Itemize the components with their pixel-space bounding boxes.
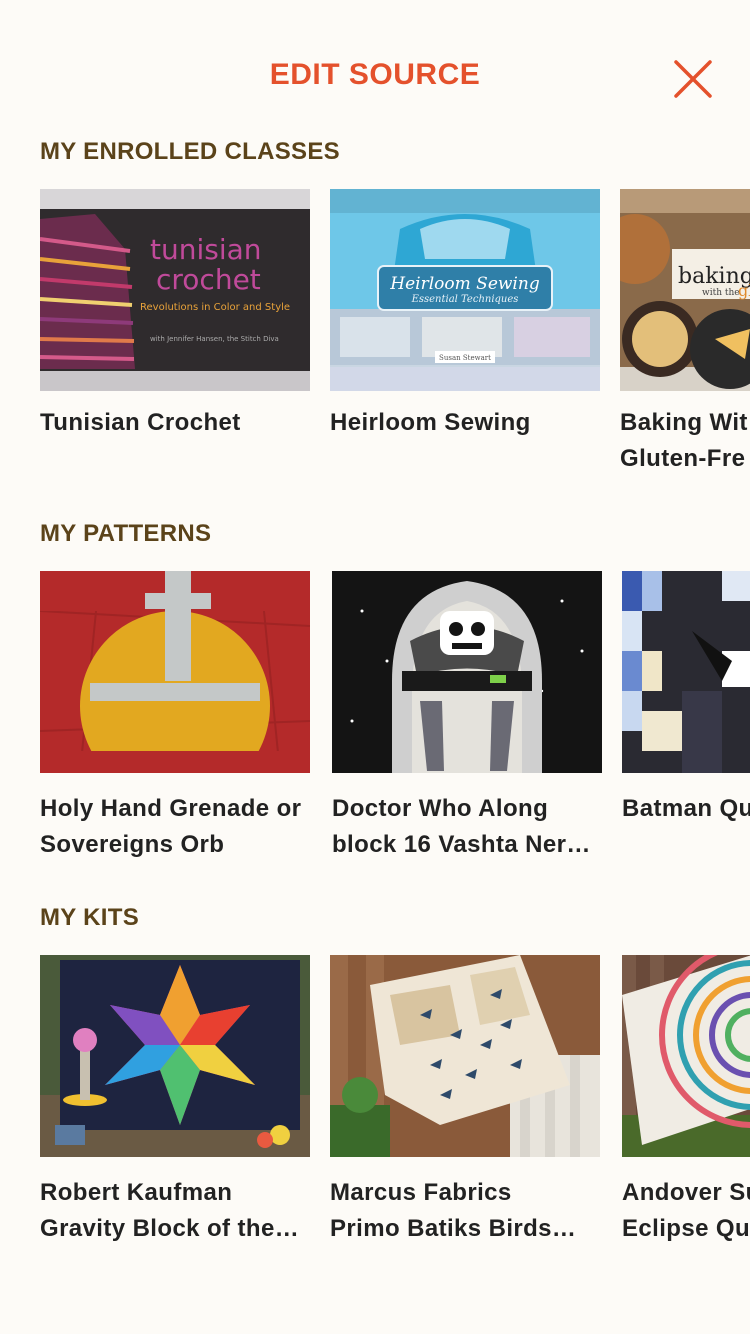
section-title-classes: MY ENROLLED CLASSES bbox=[40, 138, 340, 165]
page-title: EDIT SOURCE bbox=[269, 58, 481, 91]
kit-label: Marcus Fabrics Primo Batiks Birds… bbox=[330, 1175, 610, 1247]
pattern-label: Batman Qu bbox=[622, 791, 750, 827]
label-line-2: Gravity Block of the… bbox=[40, 1215, 300, 1242]
label-line-2: Eclipse Qu bbox=[622, 1215, 750, 1242]
svg-text:with the: with the bbox=[702, 288, 740, 298]
label-line-1: Doctor Who Along bbox=[332, 795, 549, 822]
class-thumbnail: tunisian crochet Revolutions in Color an… bbox=[40, 189, 310, 391]
class-thumbnail: Heirloom Sewing Essential Techniques Sus… bbox=[330, 189, 600, 391]
svg-text:with Jennifer Hansen, the Stit: with Jennifer Hansen, the Stitch Diva bbox=[150, 335, 279, 343]
class-label: Baking Wit Gluten-Fre bbox=[620, 405, 750, 477]
label-line-1: Marcus Fabrics bbox=[330, 1179, 512, 1206]
section-title-kits: MY KITS bbox=[40, 904, 140, 931]
svg-text:Revolutions in Color and Style: Revolutions in Color and Style bbox=[140, 302, 290, 313]
pattern-thumbnail bbox=[332, 571, 602, 773]
header: EDIT SOURCE bbox=[0, 0, 750, 150]
label-line-1: Baking Wit bbox=[620, 409, 748, 436]
svg-text:crochet: crochet bbox=[156, 263, 261, 296]
label-line-2: block 16 Vashta Ner… bbox=[332, 831, 591, 858]
classes-row[interactable]: tunisian crochet Revolutions in Color an… bbox=[0, 189, 750, 509]
label-line-1: Holy Hand Grenade or bbox=[40, 795, 302, 822]
class-label: Tunisian Crochet bbox=[40, 405, 320, 441]
section-title-patterns: MY PATTERNS bbox=[40, 520, 212, 547]
label-line-1: Robert Kaufman bbox=[40, 1179, 233, 1206]
svg-text:Heirloom Sewing: Heirloom Sewing bbox=[389, 274, 540, 294]
pattern-thumbnail bbox=[622, 571, 750, 773]
label-line-2: Primo Batiks Birds… bbox=[330, 1215, 577, 1242]
label-line-1: Heirloom Sewing bbox=[330, 409, 531, 436]
label-line-2: Sovereigns Orb bbox=[40, 831, 225, 858]
label-line-1: Andover Su bbox=[622, 1179, 750, 1206]
class-thumbnail: baking with the gluten bbox=[620, 189, 750, 391]
label-line-2: Gluten-Fre bbox=[620, 445, 746, 472]
pattern-label: Doctor Who Along block 16 Vashta Ner… bbox=[332, 791, 612, 863]
patterns-row[interactable]: Holy Hand Grenade or Sovereigns Orb Doct… bbox=[0, 571, 750, 891]
class-thumb-title: tunisian bbox=[150, 233, 262, 266]
label-line-1: Tunisian Crochet bbox=[40, 409, 241, 436]
kit-label: Robert Kaufman Gravity Block of the… bbox=[40, 1175, 320, 1247]
label-line-1: Batman Qu bbox=[622, 795, 750, 822]
svg-text:gluten: gluten bbox=[738, 281, 750, 300]
pattern-thumbnail bbox=[40, 571, 310, 773]
kit-thumbnail bbox=[622, 955, 750, 1157]
close-icon[interactable] bbox=[670, 56, 716, 102]
class-label: Heirloom Sewing bbox=[330, 405, 610, 441]
kit-label: Andover Su Eclipse Qu bbox=[622, 1175, 750, 1247]
svg-text:Susan Stewart: Susan Stewart bbox=[439, 354, 491, 362]
kit-thumbnail bbox=[40, 955, 310, 1157]
svg-text:Essential Techniques: Essential Techniques bbox=[411, 294, 519, 305]
kit-thumbnail bbox=[330, 955, 600, 1157]
kits-row[interactable]: Robert Kaufman Gravity Block of the… Mar… bbox=[0, 955, 750, 1275]
pattern-label: Holy Hand Grenade or Sovereigns Orb bbox=[40, 791, 320, 863]
